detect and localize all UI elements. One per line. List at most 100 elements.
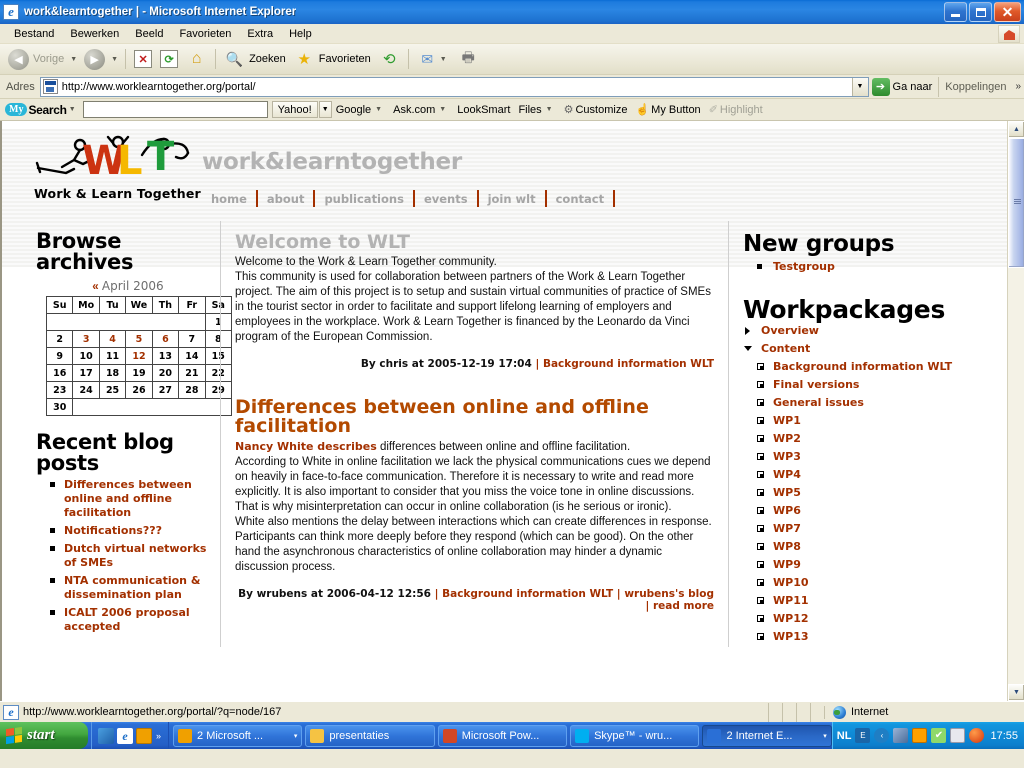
blog-post-link[interactable]: NTA communication & dissemination plan <box>64 574 200 601</box>
article-meta-link[interactable]: read more <box>653 600 714 612</box>
home-button[interactable]: ⌂ <box>182 47 211 71</box>
calendar-day-link[interactable]: 5 <box>125 330 153 348</box>
refresh-button[interactable]: ⟳ <box>156 47 182 71</box>
nav-item-contact[interactable]: contact <box>547 190 616 207</box>
quicklaunch-overflow-icon[interactable]: » <box>156 731 161 741</box>
mysearch-google-button[interactable]: Google ▼ <box>332 104 389 116</box>
search-button[interactable]: 🔍 Zoeken <box>220 47 290 71</box>
workpackage-link[interactable]: Background information WLT <box>773 360 952 373</box>
antivirus-check-icon[interactable]: ✔ <box>931 728 947 743</box>
clock-app-icon[interactable] <box>136 727 152 744</box>
workpackage-link[interactable]: General issues <box>773 396 864 409</box>
workpackage-link[interactable]: WP7 <box>773 522 801 535</box>
google-dropdown-icon[interactable]: ▼ <box>375 106 382 113</box>
menu-item-beeld[interactable]: Beeld <box>127 26 171 42</box>
links-button[interactable]: Koppelingen <box>938 76 1012 97</box>
workpackage-link[interactable]: Overview <box>761 324 819 337</box>
article-lead-link[interactable]: Nancy White describes <box>235 440 377 453</box>
stop-button[interactable]: ✕ <box>130 47 156 71</box>
address-input-wrapper[interactable]: http://www.worklearntogether.org/portal/… <box>39 76 869 97</box>
article-meta-link[interactable]: Background information WLT <box>543 358 714 370</box>
taskbar-group-dropdown-icon[interactable]: ▾ <box>294 732 298 740</box>
language-indicator[interactable]: NL <box>837 730 852 742</box>
ask-dropdown-icon[interactable]: ▼ <box>439 106 446 113</box>
menu-item-extra[interactable]: Extra <box>239 26 281 42</box>
toolbar-overflow-icon[interactable]: » <box>1012 81 1024 92</box>
mail-dropdown-icon[interactable]: ▼ <box>440 56 447 63</box>
workpackage-link[interactable]: WP3 <box>773 450 801 463</box>
maximize-button[interactable] <box>969 2 992 22</box>
blog-post-link[interactable]: ICALT 2006 proposal accepted <box>64 606 190 633</box>
nav-item-home[interactable]: home <box>202 190 258 207</box>
address-dropdown-icon[interactable]: ▼ <box>851 77 868 96</box>
calendar-day-today[interactable]: 12 <box>125 347 153 365</box>
taskbar-group-dropdown-icon[interactable]: ▾ <box>823 732 827 740</box>
mysearch-highlight-button[interactable]: ✐ Highlight <box>705 103 767 117</box>
workpackage-link[interactable]: WP1 <box>773 414 801 427</box>
taskbar-button[interactable]: 2 Microsoft ... ▾ <box>173 724 303 747</box>
article-title[interactable]: Welcome to WLT <box>235 233 714 252</box>
forward-button[interactable]: ▶ <box>80 47 109 71</box>
back-dropdown-icon[interactable]: ▼ <box>70 56 77 63</box>
tray-clock-app-icon[interactable] <box>912 728 928 743</box>
workpackage-link[interactable]: WP6 <box>773 504 801 517</box>
taskbar-button[interactable]: 2 Internet E... ▾ <box>702 724 832 747</box>
workpackage-link[interactable]: Final versions <box>773 378 859 391</box>
chevron-right-icon[interactable] <box>745 327 750 335</box>
group-link[interactable]: Testgroup <box>773 260 835 273</box>
close-button[interactable]: ✕ <box>994 2 1021 22</box>
workpackage-link[interactable]: WP11 <box>773 594 809 607</box>
calendar-day-link[interactable]: 6 <box>151 330 180 348</box>
article-meta-link[interactable]: Background information WLT <box>442 588 613 600</box>
mysearch-files-button[interactable]: Files ▼ <box>514 104 559 116</box>
article-meta-link[interactable]: wrubens's blog <box>624 588 714 600</box>
nav-item-publications[interactable]: publications <box>315 190 415 207</box>
skype-icon[interactable] <box>969 728 985 743</box>
taskbar-button[interactable]: presentaties <box>305 724 435 747</box>
workpackage-link[interactable]: WP10 <box>773 576 809 589</box>
workpackage-link[interactable]: WP13 <box>773 630 809 643</box>
nav-item-events[interactable]: events <box>415 190 479 207</box>
mysearch-dropdown-icon[interactable]: ▼ <box>69 106 76 113</box>
favorites-button[interactable]: ★ Favorieten <box>290 47 375 71</box>
mysearch-customize-button[interactable]: ⚙ Customize <box>560 103 632 117</box>
chevron-down-icon[interactable] <box>744 346 752 351</box>
go-button[interactable]: ➔ Ga naar <box>869 76 939 98</box>
scroll-down-button[interactable]: ▼ <box>1008 684 1024 701</box>
outlook-express-icon[interactable] <box>98 727 114 744</box>
workpackage-link[interactable]: WP9 <box>773 558 801 571</box>
scrollbar-thumb[interactable] <box>1008 138 1024 268</box>
menu-item-favorieten[interactable]: Favorieten <box>171 26 239 42</box>
mysearch-mybutton-button[interactable]: ☝ My Button <box>631 103 704 117</box>
network-icon[interactable] <box>893 728 909 743</box>
workpackage-link[interactable]: WP5 <box>773 486 801 499</box>
files-dropdown-icon[interactable]: ▼ <box>546 106 553 113</box>
site-logo[interactable]: W L T Work & Learn Together <box>2 133 202 201</box>
taskbar-button[interactable]: Skype™ - wru... <box>570 724 700 747</box>
mysearch-ask-button[interactable]: Ask.com ▼ <box>389 104 453 116</box>
workpackage-link[interactable]: WP12 <box>773 612 809 625</box>
vertical-scrollbar[interactable]: ▲ ▼ <box>1007 121 1024 701</box>
menu-item-bewerken[interactable]: Bewerken <box>62 26 127 42</box>
keyboard-layout-icon[interactable]: E <box>855 728 871 743</box>
tray-expand-icon[interactable]: ‹ <box>874 728 890 743</box>
mysearch-input[interactable] <box>82 101 268 118</box>
menu-item-bestand[interactable]: Bestand <box>6 26 62 42</box>
workpackage-link[interactable]: WP4 <box>773 468 801 481</box>
minimize-button[interactable] <box>944 2 967 22</box>
calendar-prev-button[interactable]: « <box>92 281 98 293</box>
pda-sync-icon[interactable] <box>950 728 966 743</box>
forward-dropdown-icon[interactable]: ▼ <box>111 56 118 63</box>
workpackage-link[interactable]: Content <box>761 342 810 355</box>
calendar-day-link[interactable]: 4 <box>98 330 127 348</box>
article-title[interactable]: Differences between online and offline f… <box>235 398 714 436</box>
start-button[interactable]: start <box>0 722 88 749</box>
back-button[interactable]: ◀ Vorige <box>4 47 68 71</box>
mail-button[interactable]: ✉ ▼ <box>413 47 454 71</box>
scrollbar-track[interactable] <box>1008 138 1024 684</box>
address-input[interactable]: http://www.worklearntogether.org/portal/ <box>62 81 852 93</box>
workpackage-link[interactable]: WP8 <box>773 540 801 553</box>
calendar-day-link[interactable]: 3 <box>72 330 100 348</box>
mysearch-looksmart-button[interactable]: LookSmart <box>453 104 514 116</box>
menu-item-help[interactable]: Help <box>281 26 320 42</box>
